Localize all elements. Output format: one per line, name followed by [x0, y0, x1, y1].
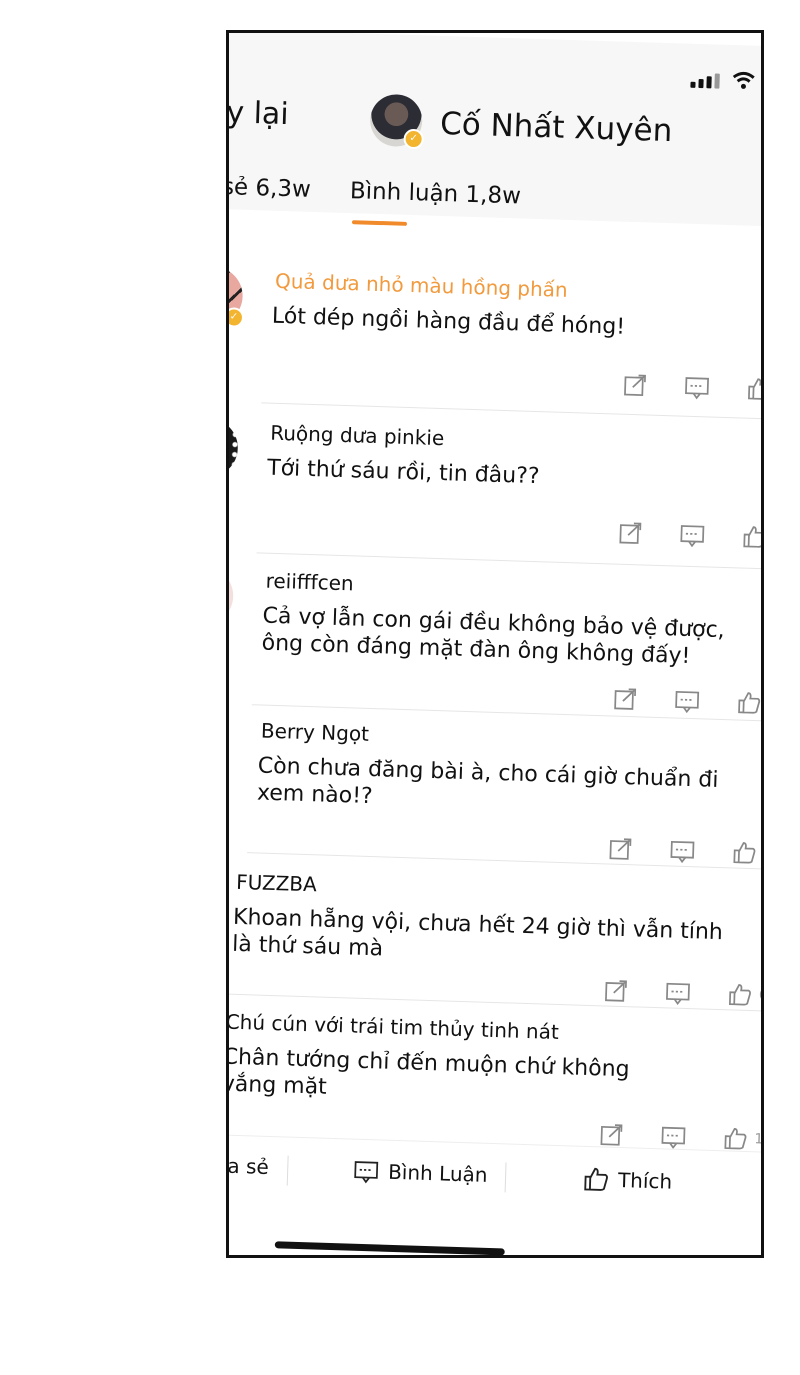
like-icon[interactable] — [722, 1125, 749, 1152]
active-tab-indicator — [351, 220, 408, 226]
comment-icon[interactable] — [660, 1123, 687, 1150]
comment-text: Khoan hẵng vội, chưa hết 24 giờ thì vẫn … — [231, 904, 724, 962]
comment-item: Berry Ngọt Còn chưa đăng bài à, cho cái … — [229, 715, 761, 864]
divider — [504, 1162, 507, 1193]
share-icon[interactable] — [598, 1121, 625, 1148]
commenter-name[interactable]: FUZZBA — [236, 870, 317, 897]
share-icon[interactable] — [607, 835, 634, 862]
divider — [286, 1155, 289, 1186]
share-icon[interactable] — [622, 372, 649, 399]
comment-actions: 7 — [612, 686, 763, 717]
like-icon[interactable] — [736, 689, 763, 716]
verified-badge-icon: ✓ — [229, 307, 245, 328]
page-title: Cố Nhất Xuyên — [439, 105, 673, 150]
comment-item: Chú cún với trái tim thủy tinh nát Chân … — [229, 1009, 761, 1150]
commenter-avatar[interactable] — [229, 715, 230, 776]
comment-text: Tới thứ sáu rồi, tin đâu?? — [266, 455, 540, 490]
comment-actions — [622, 372, 764, 403]
verified-badge-icon: ✓ — [403, 128, 424, 150]
comment-icon[interactable] — [679, 522, 706, 549]
tab-share[interactable]: sẻ 6,3w — [229, 174, 311, 203]
comment-text: Cả vợ lẫn con gái đều không bảo vệ được,… — [261, 603, 726, 669]
like-count: 12 — [754, 1131, 764, 1148]
like-icon[interactable] — [746, 376, 764, 403]
like-button[interactable]: Thích — [582, 1165, 673, 1196]
like-count: 79 — [763, 845, 764, 862]
comment-icon[interactable] — [665, 979, 692, 1006]
commenter-name[interactable]: Ruộng dưa pinkie — [270, 421, 445, 450]
commenter-name[interactable]: reiifffcen — [265, 569, 354, 596]
commenter-avatar[interactable]: ✓ — [229, 265, 245, 328]
like-label: Thích — [617, 1167, 673, 1194]
app-screen: y lại ✓ Cố Nhất Xuyên sẻ 6,3w Bình luận … — [226, 33, 761, 1255]
divider — [261, 402, 761, 421]
like-icon — [584, 1167, 608, 1191]
commenter-name[interactable]: Berry Ngọt — [261, 719, 370, 746]
divider — [256, 552, 761, 571]
tab-comments[interactable]: Bình luận 1,8w — [350, 178, 522, 209]
comment-actions: 67 — [603, 977, 764, 1008]
comment-icon[interactable] — [684, 374, 711, 401]
comment-text: Lót dép ngồi hàng đầu để hóng! — [271, 303, 626, 340]
like-count: 67 — [758, 987, 764, 1004]
comment-item: Ruộng dưa pinkie Tới thứ sáu rồi, tin đâ… — [229, 417, 761, 548]
commenter-name[interactable]: Chú cún với trái tim thủy tinh nát — [229, 1010, 559, 1044]
share-button[interactable]: Chia sẻ — [226, 1152, 270, 1179]
comment-icon — [354, 1161, 379, 1184]
share-label: Chia sẻ — [226, 1152, 270, 1179]
profile-avatar[interactable]: ✓ — [369, 93, 424, 150]
comment-item: reiifffcen Cả vợ lẫn con gái đều không b… — [229, 565, 761, 714]
comment-text: Chân tướng chỉ đến muộn chứ không vắng m… — [226, 1044, 630, 1100]
back-button[interactable]: y lại — [229, 95, 289, 132]
comment-actions: 79 — [607, 835, 764, 866]
comment-icon[interactable] — [669, 837, 696, 864]
comment-item: FUZZBA Khoan hẵng vội, chưa hết 24 giờ t… — [229, 869, 761, 1006]
like-icon[interactable] — [731, 839, 758, 866]
share-icon[interactable] — [603, 977, 630, 1004]
comment-actions — [617, 520, 764, 551]
share-icon[interactable] — [617, 520, 644, 547]
commenter-avatar[interactable] — [229, 565, 235, 626]
phone-frame: y lại ✓ Cố Nhất Xuyên sẻ 6,3w Bình luận … — [226, 30, 764, 1258]
home-indicator[interactable] — [274, 1241, 505, 1255]
comment-icon[interactable] — [674, 688, 701, 715]
comment-button[interactable]: Bình Luận — [352, 1158, 488, 1188]
commenter-avatar[interactable] — [229, 417, 239, 478]
wifi-icon — [732, 71, 755, 89]
comment-label: Bình Luận — [387, 1159, 488, 1187]
status-bar — [690, 70, 756, 90]
like-icon[interactable] — [727, 981, 754, 1008]
comment-text: Còn chưa đăng bài à, cho cái giờ chuẩn đ… — [256, 753, 719, 810]
signal-icon — [690, 73, 720, 89]
like-icon[interactable] — [741, 524, 764, 551]
commenter-name[interactable]: Quả dưa nhỏ màu hồng phấn — [275, 269, 568, 302]
comment-item: ✓ Quả dưa nhỏ màu hồng phấn Lót dép ngồi… — [229, 265, 761, 400]
share-icon[interactable] — [612, 686, 639, 713]
